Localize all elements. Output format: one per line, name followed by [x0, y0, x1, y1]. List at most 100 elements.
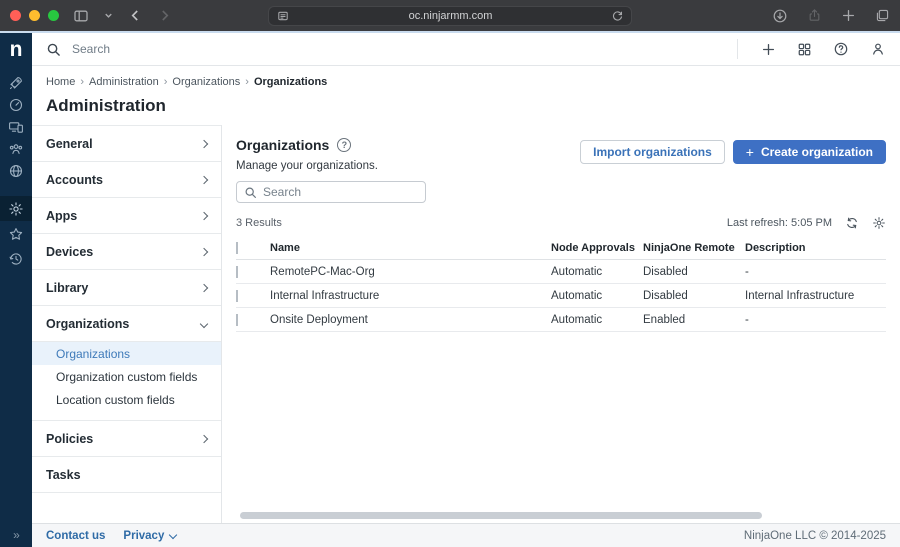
- traffic-lights: [10, 10, 59, 21]
- row-checkbox[interactable]: [236, 290, 238, 302]
- column-header-node-approvals[interactable]: Node Approvals: [551, 242, 643, 254]
- footer: Contact us Privacy NinjaOne LLC © 2014-2…: [32, 523, 900, 547]
- row-checkbox[interactable]: [236, 266, 238, 278]
- import-organizations-button[interactable]: Import organizations: [580, 140, 725, 164]
- create-organization-label: Create organization: [761, 145, 873, 159]
- results-count: 3 Results: [236, 217, 282, 229]
- browser-window: oc.ninjarmm.com n: [0, 0, 900, 547]
- getting-started-rocket-icon[interactable]: [0, 72, 32, 94]
- column-header-name[interactable]: Name: [270, 242, 551, 254]
- table-row[interactable]: RemotePC-Mac-Org Automatic Disabled -: [236, 260, 886, 284]
- privacy-link[interactable]: Privacy: [123, 530, 176, 542]
- favorites-star-icon[interactable]: [0, 221, 32, 246]
- downloads-icon[interactable]: [772, 8, 788, 24]
- breadcrumb-home[interactable]: Home: [46, 76, 75, 88]
- org-name[interactable]: Onsite Deployment: [270, 314, 551, 326]
- chevron-right-icon: [200, 434, 208, 442]
- app-topbar: [32, 33, 900, 66]
- chevron-right-icon: [200, 175, 208, 183]
- recent-history-icon[interactable]: [0, 246, 32, 271]
- table-settings-gear-icon[interactable]: [872, 216, 886, 230]
- sidebar-subitem-organization-custom-fields[interactable]: Organization custom fields: [32, 365, 221, 388]
- settings-sidenav: General Accounts Apps Devices: [32, 125, 222, 523]
- sidebar-toggle-icon[interactable]: [73, 8, 89, 24]
- sidebar-item-tasks[interactable]: Tasks: [32, 456, 221, 492]
- breadcrumb-separator: ›: [80, 76, 84, 88]
- org-name[interactable]: RemotePC-Mac-Org: [270, 266, 551, 278]
- org-name[interactable]: Internal Infrastructure: [270, 290, 551, 302]
- select-all-checkbox[interactable]: [236, 242, 238, 254]
- back-button[interactable]: [128, 8, 143, 23]
- ninjaone-remote-value: Disabled: [643, 266, 745, 278]
- activities-globe-icon[interactable]: [0, 160, 32, 182]
- global-search-input[interactable]: [72, 42, 372, 56]
- table-row[interactable]: Internal Infrastructure Automatic Disabl…: [236, 284, 886, 308]
- devices-icon[interactable]: [0, 116, 32, 138]
- sidebar-item-accounts[interactable]: Accounts: [32, 161, 221, 197]
- chevron-right-icon: [200, 211, 208, 219]
- url-text: oc.ninjarmm.com: [290, 10, 611, 22]
- sidebar-item-library[interactable]: Library: [32, 269, 221, 305]
- organizations-sub-list: Organizations Organization custom fields…: [32, 341, 221, 420]
- help-icon[interactable]: [833, 41, 849, 57]
- refresh-icon[interactable]: [845, 216, 859, 230]
- sidebar-item-label: Apps: [46, 209, 77, 223]
- table-search-box[interactable]: [236, 181, 426, 203]
- contact-us-link[interactable]: Contact us: [46, 530, 105, 542]
- last-refresh-text: Last refresh: 5:05 PM: [727, 217, 832, 229]
- ninjaone-logo[interactable]: n: [0, 33, 32, 66]
- reload-icon[interactable]: [611, 10, 624, 23]
- share-icon[interactable]: [807, 8, 822, 23]
- chevron-right-icon: [200, 139, 208, 147]
- breadcrumb-organizations[interactable]: Organizations: [172, 76, 240, 88]
- expand-rail-icon[interactable]: »: [0, 523, 32, 547]
- create-organization-button[interactable]: + Create organization: [733, 140, 886, 164]
- end-users-icon[interactable]: [0, 138, 32, 160]
- description-value: -: [745, 314, 886, 326]
- app-switcher-grid-icon[interactable]: [797, 42, 812, 57]
- sidebar-item-apps[interactable]: Apps: [32, 197, 221, 233]
- sidebar-subitem-organizations[interactable]: Organizations: [32, 342, 221, 365]
- sidebar-item-general[interactable]: General: [32, 125, 221, 161]
- sidebar-item-label: Organizations: [46, 317, 129, 331]
- organizations-table: Name Node Approvals NinjaOne Remote Desc…: [236, 236, 886, 332]
- sidebar-item-devices[interactable]: Devices: [32, 233, 221, 269]
- sidebar-subitem-location-custom-fields[interactable]: Location custom fields: [32, 388, 221, 411]
- breadcrumb-administration[interactable]: Administration: [89, 76, 159, 88]
- new-tab-icon[interactable]: [841, 8, 856, 23]
- column-header-ninjaone-remote[interactable]: NinjaOne Remote: [643, 242, 745, 254]
- help-tooltip-icon[interactable]: ?: [337, 138, 351, 152]
- node-approvals-value: Automatic: [551, 290, 643, 302]
- dashboard-gauge-icon[interactable]: [0, 94, 32, 116]
- sidebar-item-label: Devices: [46, 245, 93, 259]
- site-settings-icon[interactable]: [276, 9, 290, 23]
- chevron-right-icon: [200, 283, 208, 291]
- address-bar[interactable]: oc.ninjarmm.com: [268, 6, 632, 26]
- organizations-panel: Organizations ? Manage your organization…: [222, 125, 900, 523]
- settings-gear-icon[interactable]: [0, 196, 32, 221]
- sidebar-item-policies[interactable]: Policies: [32, 420, 221, 456]
- table-search-input[interactable]: [263, 185, 418, 199]
- page-title: Administration: [46, 96, 886, 116]
- icon-rail: n: [0, 33, 32, 547]
- forward-button[interactable]: [157, 8, 172, 23]
- zoom-window-button[interactable]: [48, 10, 59, 21]
- row-checkbox[interactable]: [236, 314, 238, 326]
- divider: [737, 39, 738, 59]
- column-header-description[interactable]: Description: [745, 242, 886, 254]
- user-profile-icon[interactable]: [870, 41, 886, 57]
- add-icon[interactable]: [761, 42, 776, 57]
- table-row[interactable]: Onsite Deployment Automatic Enabled -: [236, 308, 886, 332]
- plus-icon: +: [746, 144, 754, 160]
- sidebar-item-organizations[interactable]: Organizations: [32, 305, 221, 341]
- chevron-down-icon[interactable]: [103, 10, 114, 21]
- minimize-window-button[interactable]: [29, 10, 40, 21]
- horizontal-scrollbar[interactable]: [240, 512, 762, 519]
- sidebar-item-label: Library: [46, 281, 88, 295]
- close-window-button[interactable]: [10, 10, 21, 21]
- sidebar-item-label: General: [46, 137, 93, 151]
- chevron-right-icon: [200, 247, 208, 255]
- tab-overview-icon[interactable]: [875, 8, 890, 23]
- divider: [32, 492, 221, 493]
- table-header-row: Name Node Approvals NinjaOne Remote Desc…: [236, 236, 886, 260]
